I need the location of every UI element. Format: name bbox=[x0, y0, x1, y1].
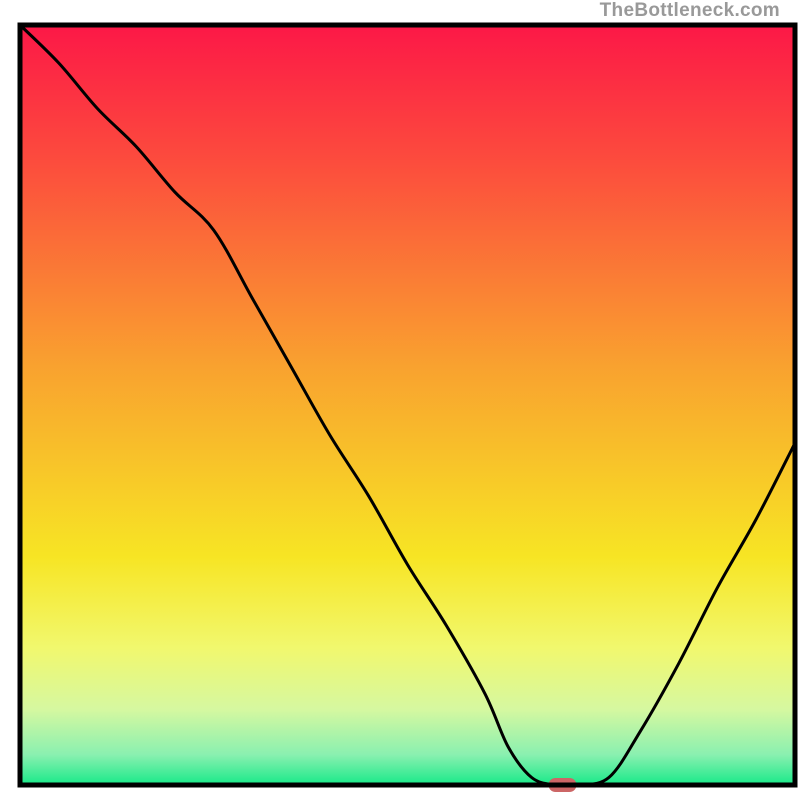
plot-background bbox=[20, 25, 795, 785]
bottleneck-chart bbox=[0, 0, 800, 800]
chart-container: TheBottleneck.com bbox=[0, 0, 800, 800]
watermark-text: TheBottleneck.com bbox=[600, 0, 780, 22]
